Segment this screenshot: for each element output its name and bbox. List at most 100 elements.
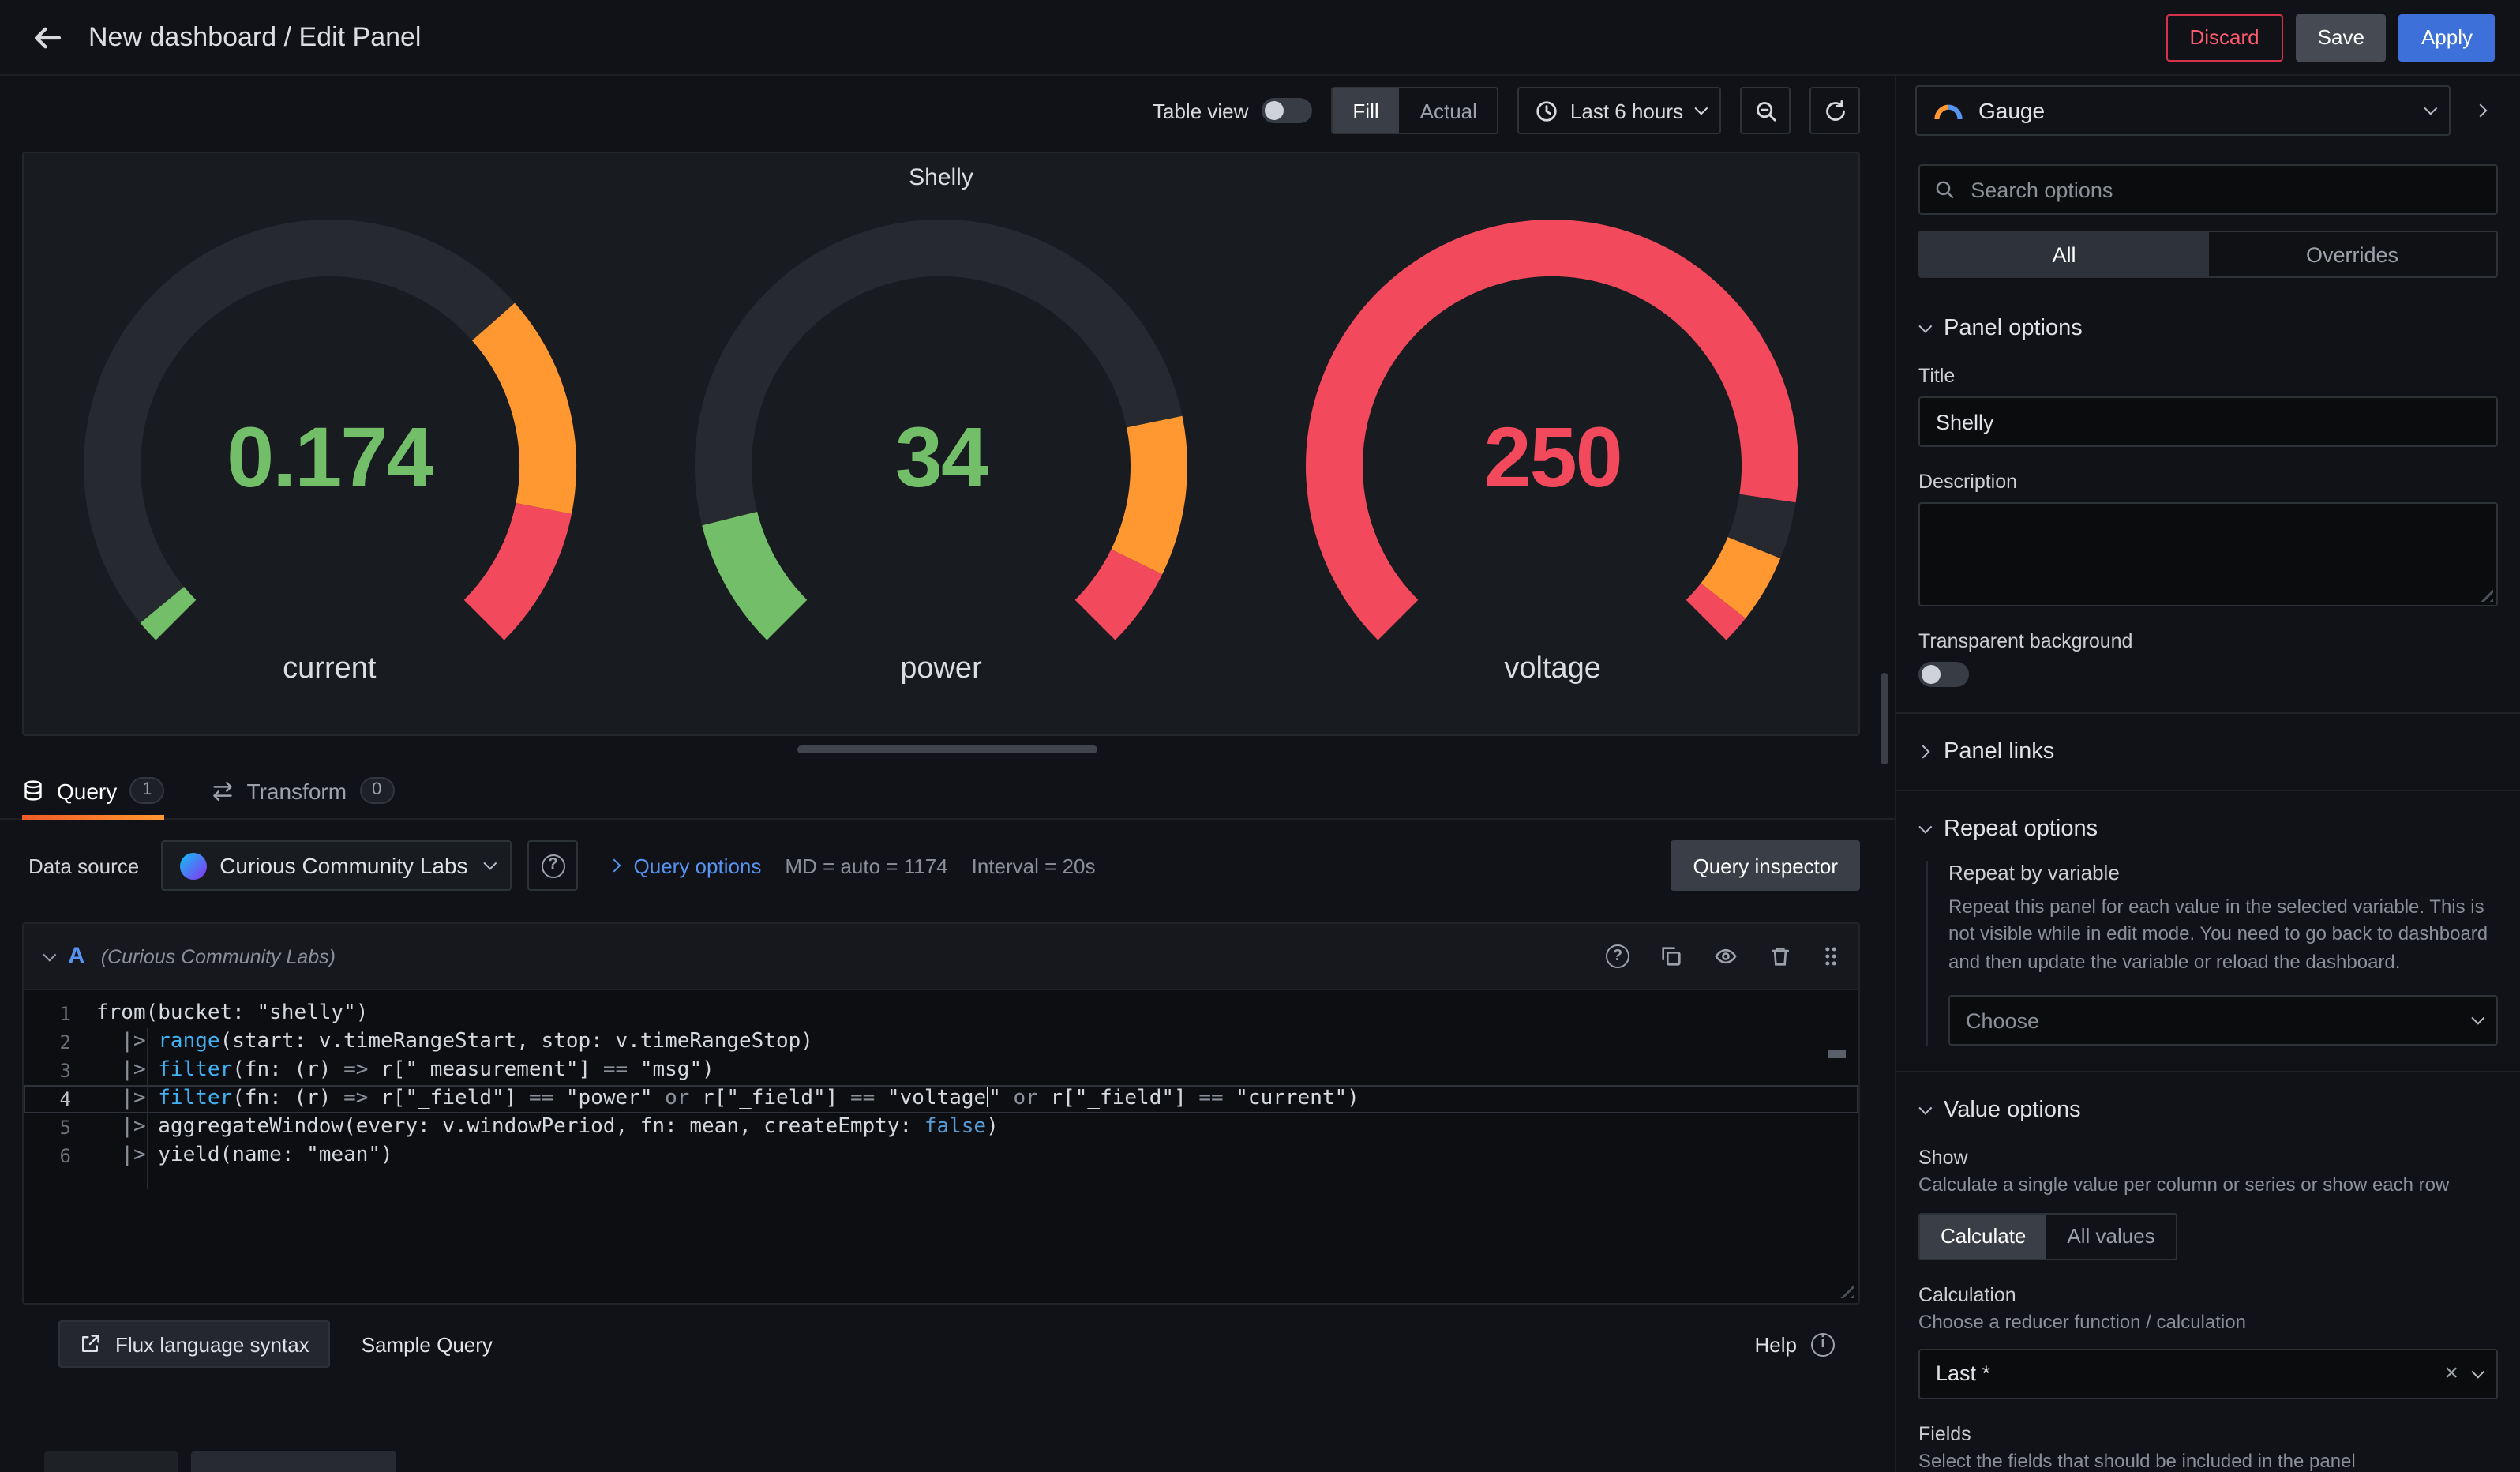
chevron-down-icon xyxy=(2471,1365,2484,1379)
chevron-down-icon xyxy=(484,857,497,870)
datasource-picker[interactable]: Curious Community Labs xyxy=(161,840,512,891)
datasource-value: Curious Community Labs xyxy=(219,853,467,878)
query-editor-card: A (Curious Community Labs) ? xyxy=(22,922,1860,1305)
external-link-icon xyxy=(79,1333,101,1355)
query-options-toggle[interactable]: Query options xyxy=(610,854,762,877)
add-expression-button-partial[interactable] xyxy=(191,1451,396,1472)
panel-title-input[interactable] xyxy=(1918,396,2498,447)
calculation-select[interactable]: Last * × xyxy=(1918,1349,2498,1399)
calculate-option[interactable]: Calculate xyxy=(1920,1214,2046,1258)
value-options-heading: Value options xyxy=(1944,1098,2081,1123)
chevron-down-icon xyxy=(1918,1102,1932,1115)
apply-button[interactable]: Apply xyxy=(2399,13,2495,61)
datasource-help-button[interactable]: ? xyxy=(528,840,579,891)
gauge-panel[interactable]: Shelly 0.174 current 34 power 250 xyxy=(22,152,1860,736)
options-search-input[interactable] xyxy=(1967,176,2482,203)
visualization-row: Gauge xyxy=(1896,76,2520,145)
repeat-options-header[interactable]: Repeat options xyxy=(1918,817,2498,842)
calculation-description: Choose a reducer function / calculation xyxy=(1918,1309,2498,1336)
scrollbar-thumb[interactable] xyxy=(1881,673,1888,764)
query-header: A (Curious Community Labs) ? xyxy=(24,924,1858,990)
tab-all[interactable]: All xyxy=(1920,232,2208,276)
back-button[interactable] xyxy=(25,15,69,59)
all-values-option[interactable]: All values xyxy=(2046,1214,2175,1258)
copy-icon xyxy=(1659,944,1683,968)
panel-links-header[interactable]: Panel links xyxy=(1918,739,2498,764)
interval-info: Interval = 20s xyxy=(972,854,1096,877)
show-label: Show xyxy=(1918,1147,2498,1169)
save-button[interactable]: Save xyxy=(2296,13,2387,61)
query-action-icons: ? xyxy=(1606,944,1839,968)
flux-syntax-label: Flux language syntax xyxy=(115,1332,309,1356)
query-datasource-hint: (Curious Community Labs) xyxy=(101,945,336,967)
options-filter-tabs: All Overrides xyxy=(1918,231,2498,278)
chevron-down-icon xyxy=(1918,820,1932,834)
trash-icon xyxy=(1768,944,1792,968)
repeat-variable-select[interactable]: Choose xyxy=(1948,995,2498,1046)
disable-query-button[interactable] xyxy=(1713,944,1738,968)
value-options-header[interactable]: Value options xyxy=(1918,1098,2498,1123)
transform-icon xyxy=(212,779,234,802)
header-actions: Discard Save Apply xyxy=(2166,13,2496,61)
panel-description-textarea[interactable] xyxy=(1918,502,2498,606)
panel-options-header[interactable]: Panel options xyxy=(1918,316,2498,341)
question-circle-icon: ? xyxy=(542,854,565,877)
zoom-out-button[interactable] xyxy=(1740,87,1791,134)
discard-button[interactable]: Discard xyxy=(2166,13,2283,61)
query-ref-id: A xyxy=(68,943,85,970)
max-data-points-info: MD = auto = 1174 xyxy=(785,854,947,877)
help-button[interactable]: Help i xyxy=(1755,1332,1836,1356)
editor-resize-grip[interactable] xyxy=(1835,1279,1854,1298)
chevron-down-icon xyxy=(2471,1012,2484,1025)
main-column: Table view Fill Actual Last 6 hours xyxy=(0,76,1895,1472)
query-count-badge: 1 xyxy=(129,777,164,804)
collapse-options-button[interactable] xyxy=(2460,85,2501,136)
gauge-value: 250 xyxy=(1247,409,1858,507)
tab-query[interactable]: Query 1 xyxy=(22,777,165,818)
info-circle-icon: i xyxy=(1811,1332,1835,1356)
chevron-down-icon xyxy=(1918,320,1932,333)
visualization-name: Gauge xyxy=(1978,98,2409,123)
textarea-resize-grip[interactable] xyxy=(2477,586,2493,602)
tab-overrides[interactable]: Overrides xyxy=(2208,232,2496,276)
gauge-value: 34 xyxy=(636,409,1247,507)
refresh-button[interactable] xyxy=(1809,87,1860,134)
panel-resize-handle[interactable] xyxy=(797,745,1097,753)
time-range-picker[interactable]: Last 6 hours xyxy=(1518,87,1721,134)
flux-syntax-button[interactable]: Flux language syntax xyxy=(58,1320,330,1368)
gauge-label: power xyxy=(900,652,982,687)
query-inspector-button[interactable]: Query inspector xyxy=(1671,840,1860,891)
duplicate-query-button[interactable] xyxy=(1659,944,1683,968)
options-scroll-area: All Overrides Panel options Title Descri… xyxy=(1896,145,2520,1472)
clear-icon[interactable]: × xyxy=(2444,1362,2458,1386)
query-transform-tabs: Query 1 Transform 0 xyxy=(0,763,1895,820)
transform-count-badge: 0 xyxy=(359,777,394,804)
add-query-button-partial[interactable] xyxy=(44,1451,178,1472)
transparent-background-toggle[interactable] xyxy=(1918,662,1969,687)
table-view-toggle[interactable] xyxy=(1261,98,1311,123)
tab-transform[interactable]: Transform 0 xyxy=(212,777,395,818)
fill-option[interactable]: Fill xyxy=(1332,88,1399,133)
page-header: New dashboard / Edit Panel Discard Save … xyxy=(0,0,2520,76)
visualization-picker[interactable]: Gauge xyxy=(1915,85,2451,136)
title-label: Title xyxy=(1918,365,2498,387)
repeat-variable-value: Choose xyxy=(1966,1008,2458,1032)
query-footer: Flux language syntax Sample Query Help i xyxy=(58,1320,1860,1368)
drag-query-handle[interactable] xyxy=(1822,944,1839,968)
collapse-query-icon[interactable] xyxy=(43,948,56,961)
code-lines: 1from(bucket: "shelly")2 |> range(start:… xyxy=(24,1000,1858,1170)
delete-query-button[interactable] xyxy=(1768,944,1792,968)
datasource-label: Data source xyxy=(22,854,145,877)
chevron-down-icon xyxy=(2424,102,2437,115)
section-repeat-options: Repeat options Repeat by variable Repeat… xyxy=(1896,791,2520,1072)
refresh-icon xyxy=(1823,99,1847,122)
query-help-button[interactable]: ? xyxy=(1606,944,1629,968)
help-label: Help xyxy=(1755,1332,1798,1356)
clock-icon xyxy=(1536,99,1559,122)
repeat-options-heading: Repeat options xyxy=(1944,817,2098,842)
flux-code-editor[interactable]: 1from(bucket: "shelly")2 |> range(start:… xyxy=(24,990,1858,1303)
actual-option[interactable]: Actual xyxy=(1400,88,1498,133)
sample-query-button[interactable]: Sample Query xyxy=(346,1332,508,1356)
description-label: Description xyxy=(1918,471,2498,493)
fields-description: Select the fields that should be include… xyxy=(1918,1448,2498,1472)
